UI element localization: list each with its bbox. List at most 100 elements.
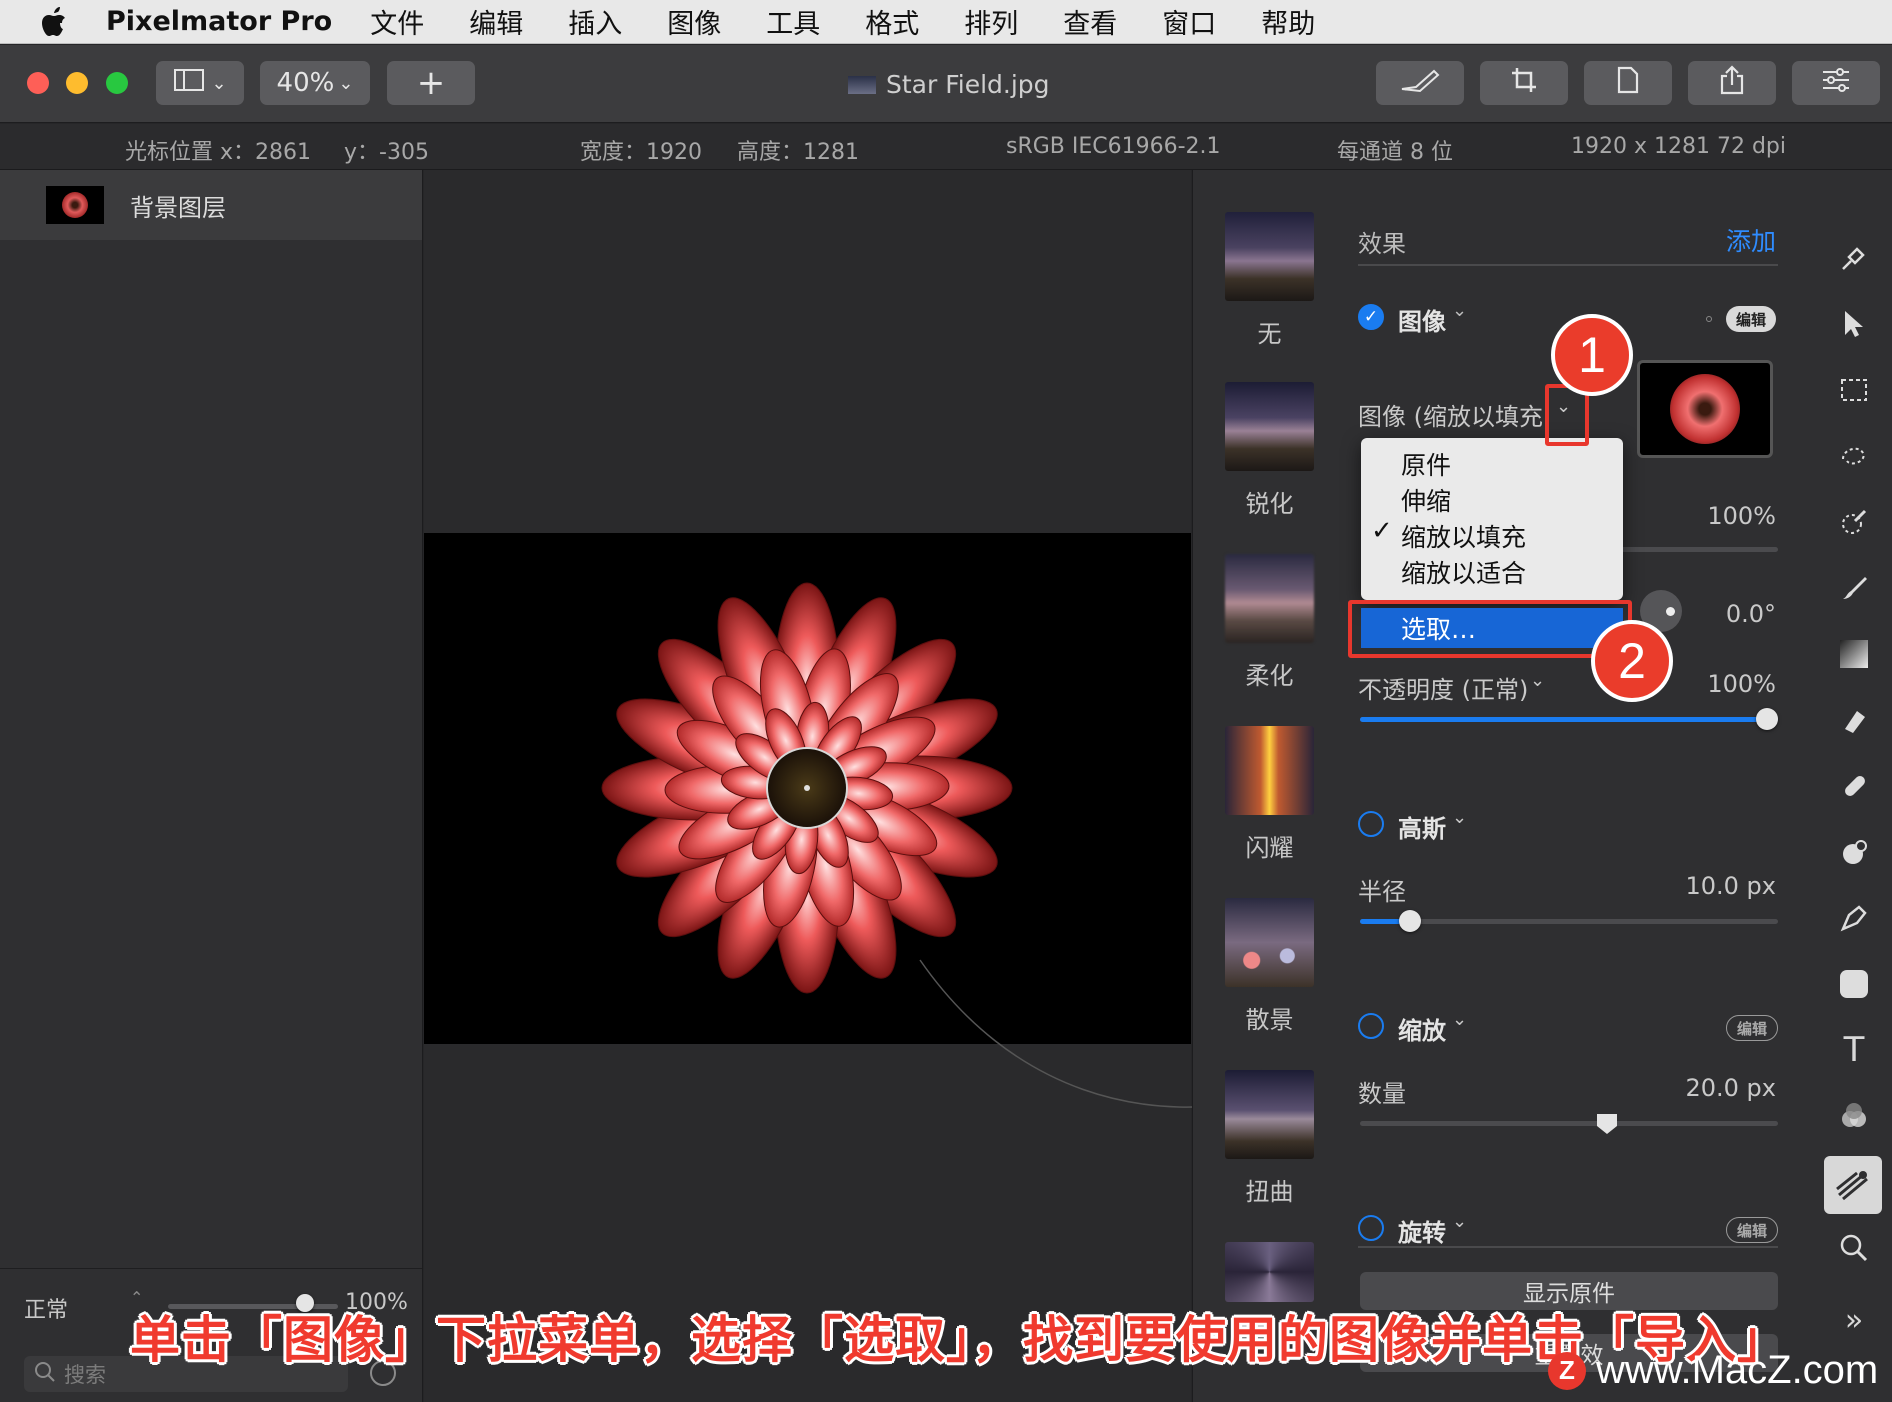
gaussian-toggle[interactable]: [1358, 811, 1384, 837]
chevron-down-icon: ⌄: [211, 72, 227, 94]
retouch-tool-icon[interactable]: [1832, 830, 1876, 874]
effect-label-glow[interactable]: 闪耀: [1225, 828, 1314, 863]
gaussian-title[interactable]: 高斯: [1398, 809, 1446, 844]
image-dimensions: 1920 x 1281 72 dpi: [1571, 134, 1787, 159]
chevron-down-icon[interactable]: ⌄: [1452, 1009, 1467, 1030]
rotate-effect-toggle[interactable]: [1358, 1215, 1384, 1241]
add-effect-link[interactable]: 添加: [1726, 222, 1776, 258]
effect-label-bokeh[interactable]: 散景: [1225, 1000, 1314, 1035]
effect-thumb-bokeh[interactable]: [1225, 898, 1314, 987]
chevron-down-icon[interactable]: ⌄: [1530, 670, 1545, 691]
menu-image[interactable]: 图像: [667, 2, 721, 41]
divider: [1358, 264, 1778, 266]
effect-thumb-none[interactable]: [1225, 212, 1314, 301]
menu-window[interactable]: 窗口: [1162, 2, 1216, 41]
menu-view[interactable]: 查看: [1063, 2, 1117, 41]
effect-label-distort[interactable]: 扭曲: [1225, 1172, 1314, 1207]
radius-value: 10.0 px: [1685, 872, 1776, 900]
highlight-box-choose: [1348, 600, 1632, 658]
amount-slider-knob[interactable]: [1595, 1112, 1619, 1136]
menu-format[interactable]: 格式: [865, 2, 919, 41]
menu-file[interactable]: 文件: [370, 2, 424, 41]
effect-thumb-soften[interactable]: [1225, 554, 1314, 643]
zoom-edit-button[interactable]: 编辑: [1726, 1015, 1779, 1041]
document-button[interactable]: [1584, 61, 1672, 105]
zoom-effect-title[interactable]: 缩放: [1398, 1011, 1446, 1046]
sidebar-toggle-button[interactable]: ⌄: [156, 61, 244, 105]
watermark-text: www.MacZ.com: [1596, 1348, 1879, 1392]
menu-edit[interactable]: 编辑: [469, 2, 523, 41]
tools-button[interactable]: [1376, 61, 1464, 105]
effects-section-title: 效果: [1358, 230, 1406, 258]
zoom-popup-button[interactable]: 40% ⌄: [260, 61, 370, 105]
rotate-edit-button[interactable]: 编辑: [1726, 1217, 1779, 1243]
text-tool-icon[interactable]: T: [1832, 1028, 1876, 1072]
blend-mode-select[interactable]: 正常: [24, 1292, 68, 1324]
effect-label-none[interactable]: 无: [1225, 314, 1314, 349]
quick-select-icon[interactable]: [1832, 434, 1876, 478]
zoom-effect-toggle[interactable]: [1358, 1013, 1384, 1039]
dropdown-option-scale-fill[interactable]: 缩放以填充: [1401, 518, 1526, 554]
amount-slider[interactable]: [1360, 1121, 1778, 1126]
brush-icon: [1398, 67, 1442, 100]
shape-tool-icon[interactable]: [1832, 962, 1876, 1006]
document-title-text: Star Field.jpg: [886, 70, 1050, 99]
effect-thumb-distort[interactable]: [1225, 1070, 1314, 1159]
effects-tool-icon[interactable]: [1824, 1156, 1882, 1214]
crop-button[interactable]: [1480, 61, 1568, 105]
dropdown-option-stretch[interactable]: 伸缩: [1401, 482, 1451, 518]
zoom-tool-icon[interactable]: [1832, 1226, 1876, 1270]
sidebar-icon: [173, 68, 205, 99]
chevron-down-icon[interactable]: ⌄: [1452, 300, 1467, 321]
paint-tool-icon[interactable]: [1832, 236, 1876, 280]
zoom-window-button[interactable]: [106, 72, 128, 94]
macz-logo-icon: Z: [1548, 1351, 1586, 1390]
minimize-window-button[interactable]: [66, 72, 88, 94]
eraser-tool-icon[interactable]: [1832, 698, 1876, 742]
arrange-tool-icon[interactable]: [1832, 302, 1876, 346]
menu-insert[interactable]: 插入: [568, 2, 622, 41]
layer-thumbnail: [46, 186, 104, 224]
color-picker-icon[interactable]: [1832, 500, 1876, 544]
radius-slider-knob[interactable]: [1399, 910, 1422, 932]
add-button[interactable]: +: [387, 61, 475, 105]
layer-name: 背景图层: [130, 193, 226, 222]
effect-label-sharpen[interactable]: 锐化: [1225, 484, 1314, 519]
effect-thumb-glow[interactable]: [1225, 726, 1314, 815]
checkmark-icon: ✓: [1363, 307, 1379, 327]
image-edit-button[interactable]: 编辑: [1726, 306, 1777, 332]
image-effect-title[interactable]: 图像: [1398, 302, 1446, 337]
color-adjust-icon[interactable]: [1832, 1094, 1876, 1138]
bit-depth: 每通道 8 位: [1337, 140, 1453, 165]
pen-tool-icon[interactable]: [1832, 896, 1876, 940]
opacity-slider-knob[interactable]: [1756, 708, 1778, 730]
layer-row[interactable]: 背景图层: [0, 170, 422, 240]
image-effect-toggle[interactable]: ✓: [1358, 304, 1384, 330]
close-window-button[interactable]: [27, 72, 49, 94]
watermark: Z www.MacZ.com: [1548, 1348, 1878, 1393]
effect-label-soften[interactable]: 柔化: [1225, 656, 1314, 691]
share-button[interactable]: [1688, 61, 1776, 105]
dropdown-option-scale-fit[interactable]: 缩放以适合: [1401, 554, 1526, 590]
brush-tool-icon[interactable]: [1832, 566, 1876, 610]
gradient-tool-icon[interactable]: [1832, 632, 1876, 676]
repair-tool-icon[interactable]: [1832, 764, 1876, 808]
dropdown-option-original[interactable]: 原件: [1401, 446, 1451, 482]
image-well[interactable]: [1637, 360, 1773, 458]
adjustments-button[interactable]: [1792, 61, 1880, 105]
effect-thumb-kaleidoscope[interactable]: [1225, 1242, 1314, 1302]
image-opacity-slider[interactable]: [1620, 547, 1778, 552]
document-icon: [1617, 66, 1639, 101]
more-tools-icon[interactable]: »: [1832, 1298, 1876, 1342]
app-name-menu[interactable]: Pixelmator Pro: [106, 6, 332, 37]
menu-help[interactable]: 帮助: [1261, 2, 1315, 41]
chevron-down-icon[interactable]: ⌄: [1452, 807, 1467, 828]
radius-slider[interactable]: [1360, 919, 1778, 924]
rotate-effect-title[interactable]: 旋转: [1398, 1213, 1446, 1248]
rectangle-select-icon[interactable]: [1832, 368, 1876, 412]
effect-thumb-sharpen[interactable]: [1225, 382, 1314, 471]
chevron-down-icon[interactable]: ⌄: [1452, 1211, 1467, 1232]
menu-tools[interactable]: 工具: [766, 2, 820, 41]
menu-arrange[interactable]: 排列: [964, 2, 1018, 41]
apple-icon[interactable]: [26, 0, 82, 44]
